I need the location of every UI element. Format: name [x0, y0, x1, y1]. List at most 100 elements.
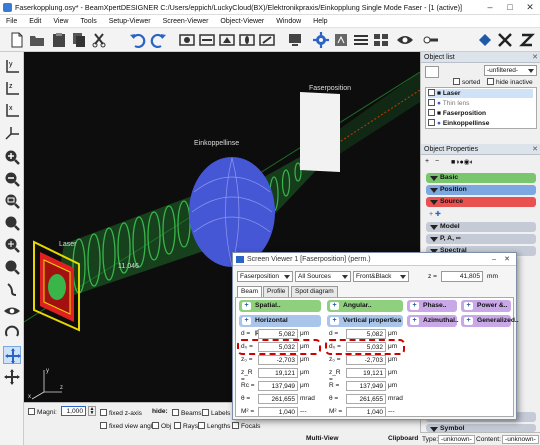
hide-obj-checkbox[interactable]: Obj: [152, 422, 171, 430]
redo-icon[interactable]: [150, 31, 168, 49]
section-horizontal[interactable]: +Horizontal properties: [239, 315, 321, 336]
show-hide-eye-icon[interactable]: [3, 302, 21, 320]
zoom-in-icon[interactable]: [3, 148, 21, 166]
magni-spinner[interactable]: ▲ ▼: [88, 406, 96, 416]
menu-setup-viewer[interactable]: Setup-Viewer: [103, 18, 157, 25]
maximize-button[interactable]: □: [500, 2, 520, 12]
section-vertical[interactable]: + Vertical properties: [327, 315, 403, 327]
menu-view[interactable]: View: [47, 18, 74, 25]
z-axis-icon[interactable]: [518, 31, 536, 49]
zoom-window-icon[interactable]: [3, 214, 21, 232]
v-d-value[interactable]: 5,082: [346, 329, 386, 339]
object-list-close-icon[interactable]: ✕: [532, 52, 538, 63]
view-yz-icon[interactable]: x: [3, 102, 21, 120]
object-list-item-faserposition[interactable]: ■ Faserposition: [428, 109, 486, 118]
zoom-all-icon[interactable]: [3, 236, 21, 254]
rotate-icon[interactable]: [3, 324, 21, 342]
layout-icon[interactable]: [352, 31, 370, 49]
section-symbol[interactable]: Symbol: [426, 424, 536, 432]
h-rc-value[interactable]: 137,949: [258, 381, 298, 391]
menu-window[interactable]: Window: [270, 18, 307, 25]
v-zr-value[interactable]: 19,121: [346, 368, 386, 378]
h-d-value[interactable]: 5,082: [258, 329, 298, 339]
hide-inactive-checkbox[interactable]: hide inactive: [487, 78, 533, 86]
copy-icon[interactable]: [70, 31, 88, 49]
object-properties-close-icon[interactable]: ✕: [532, 144, 538, 155]
v-theta-value[interactable]: 261,655: [346, 394, 386, 404]
select-pointer-icon[interactable]: [3, 346, 21, 364]
menu-edit[interactable]: Edit: [23, 18, 47, 25]
source-add-icon[interactable]: + ✚: [429, 210, 441, 218]
zoom-out-icon[interactable]: [3, 170, 21, 188]
minimize-button[interactable]: –: [480, 2, 500, 12]
menu-help[interactable]: Help: [307, 18, 333, 25]
view-xz-icon[interactable]: z: [3, 80, 21, 98]
tab-spot-diagram[interactable]: Spot diagram: [291, 286, 338, 297]
screen-tool-icon[interactable]: [286, 31, 304, 49]
h-zr-value[interactable]: 19,121: [258, 368, 298, 378]
section-power[interactable]: P, A, ∞: [426, 234, 536, 244]
multiview-label[interactable]: Multi-View: [306, 435, 338, 442]
close-all-icon[interactable]: [496, 31, 514, 49]
view-3d-icon[interactable]: [3, 124, 21, 142]
faserposition-screen[interactable]: [300, 92, 340, 172]
fiber-icon[interactable]: [422, 31, 440, 49]
beam-icon[interactable]: [198, 31, 216, 49]
object-list-item-laser[interactable]: ​■ Laser: [428, 89, 533, 98]
zoom-reset-icon[interactable]: [3, 258, 21, 276]
v-z0-value[interactable]: -2,703: [346, 355, 386, 365]
component-icon[interactable]: [178, 31, 196, 49]
section-source[interactable]: Source: [426, 197, 536, 207]
section-phase[interactable]: + Phase..: [407, 300, 457, 312]
zoom-fit-icon[interactable]: [3, 192, 21, 210]
object-list-item-thin-lens[interactable]: ● Thin lens: [428, 99, 469, 108]
view-mode-icon[interactable]: ■◑●◉◐: [451, 158, 474, 166]
section-position[interactable]: Position: [426, 185, 536, 195]
side-select[interactable]: Front&Black: [353, 271, 409, 282]
pan-icon[interactable]: [3, 280, 21, 298]
einkoppellinse-lens[interactable]: [189, 157, 275, 267]
section-angular[interactable]: + Angular..: [327, 300, 403, 312]
hide-lengths-checkbox[interactable]: Lengths: [198, 422, 230, 430]
h-theta-value[interactable]: 261,655: [258, 394, 298, 404]
collapse-all-icon[interactable]: −: [435, 158, 439, 165]
object-filter-select[interactable]: -unfiltered-: [484, 65, 537, 76]
mirror-tool-icon[interactable]: [258, 31, 276, 49]
hide-beams-checkbox[interactable]: Beams: [172, 409, 202, 417]
v-m2-value[interactable]: 1,040: [346, 407, 386, 417]
eye-icon[interactable]: [396, 31, 414, 49]
menu-screen-viewer[interactable]: Screen-Viewer: [157, 18, 215, 25]
tab-profile[interactable]: Profile: [263, 286, 290, 297]
section-basic[interactable]: Basic: [426, 173, 536, 183]
fixed-view-angle-checkbox[interactable]: fixed view angle: [100, 422, 156, 430]
new-file-icon[interactable]: [8, 31, 26, 49]
cut-icon[interactable]: [90, 31, 108, 49]
section-model[interactable]: Model: [426, 222, 536, 232]
optimize-icon[interactable]: [332, 31, 350, 49]
move-icon[interactable]: [3, 368, 21, 386]
hide-focals-checkbox[interactable]: Focals: [232, 422, 260, 430]
v-r-value[interactable]: 137,949: [346, 381, 386, 391]
view-xy-icon[interactable]: y: [3, 58, 21, 76]
dialog-minimize-button[interactable]: –: [492, 253, 496, 266]
expand-all-icon[interactable]: +: [425, 158, 429, 165]
close-button[interactable]: ✕: [520, 2, 540, 13]
sources-select[interactable]: All Sources: [295, 271, 351, 282]
section-power[interactable]: + Power &..: [461, 300, 511, 312]
grid-icon[interactable]: [372, 31, 390, 49]
magni-checkbox[interactable]: Magni:: [28, 408, 57, 416]
sorted-checkbox[interactable]: sorted: [453, 78, 480, 86]
section-spatial[interactable]: + Spatial..: [239, 300, 321, 312]
h-m2-value[interactable]: 1,040: [258, 407, 298, 417]
dialog-close-button[interactable]: ✕: [504, 253, 510, 266]
section-azimuthal[interactable]: + Azimuthal..: [407, 315, 459, 327]
tab-beam[interactable]: Beam: [237, 286, 262, 297]
undo-icon[interactable]: [128, 31, 146, 49]
h-z0-value[interactable]: -2,703: [258, 355, 298, 365]
menu-tools[interactable]: Tools: [74, 18, 102, 25]
hide-rays-checkbox[interactable]: Rays: [174, 422, 198, 430]
hide-labels-checkbox[interactable]: Labels: [202, 409, 230, 417]
fixed-z-axis-checkbox[interactable]: fixed z-axis: [100, 409, 142, 417]
object-select[interactable]: Faserposition: [237, 271, 293, 282]
source-icon[interactable]: [218, 31, 236, 49]
